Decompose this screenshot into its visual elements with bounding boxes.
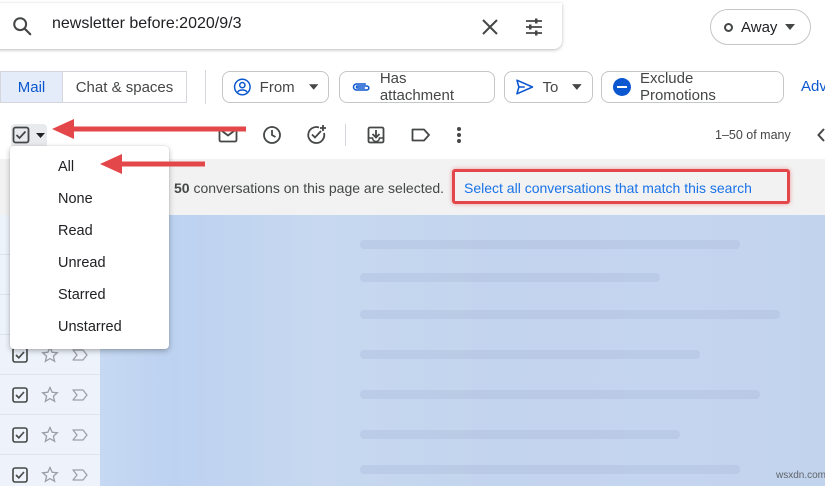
tab-mail-label: Mail — [17, 78, 46, 96]
tab-chat-spaces[interactable]: Chat & spaces — [62, 71, 187, 103]
more-options-icon[interactable] — [447, 123, 471, 147]
status-label: Away — [741, 18, 778, 36]
chevron-down-icon — [572, 84, 582, 90]
paperclip-icon — [352, 83, 370, 91]
tab-mail[interactable]: Mail — [0, 71, 62, 103]
minus-circle-icon — [612, 78, 631, 96]
star-icon[interactable] — [41, 466, 59, 484]
divider — [205, 70, 206, 104]
search-icon[interactable] — [10, 14, 34, 38]
message-list-blurred — [100, 215, 825, 486]
to-filter-chip[interactable]: To — [504, 71, 593, 103]
exclude-promotions-chip[interactable]: Exclude Promotions — [601, 70, 784, 104]
star-icon[interactable] — [41, 386, 59, 404]
person-icon — [233, 78, 251, 96]
select-dropdown-menu: All None Read Unread Starred Unstarred — [10, 146, 169, 349]
to-label: To — [542, 78, 559, 96]
selection-message-text: conversations on this page are selected. — [193, 180, 445, 196]
from-filter-chip[interactable]: From — [222, 71, 329, 103]
advanced-search-link[interactable]: Adv — [801, 78, 825, 95]
clear-search-icon[interactable] — [478, 15, 502, 39]
importance-marker-icon[interactable] — [72, 349, 88, 361]
annotation-arrow-all — [100, 154, 205, 174]
importance-marker-icon[interactable] — [72, 469, 88, 481]
search-options-icon[interactable] — [522, 15, 546, 39]
menu-item-none[interactable]: None — [58, 191, 93, 207]
importance-marker-icon[interactable] — [72, 389, 88, 401]
chevron-left-icon[interactable] — [817, 128, 825, 142]
star-icon[interactable] — [41, 426, 59, 444]
send-icon — [516, 79, 534, 95]
selection-count: 50 — [174, 180, 190, 196]
attachment-label: Has attachment — [379, 70, 455, 104]
label-icon[interactable] — [409, 123, 433, 147]
selection-message: 50 conversations on this page are select… — [174, 180, 444, 196]
pagination-text: 1–50 of many — [715, 128, 791, 142]
status-icon — [724, 22, 733, 32]
row-checkbox-icon[interactable] — [12, 467, 28, 483]
add-to-tasks-icon[interactable] — [305, 123, 329, 147]
row-checkbox-icon[interactable] — [12, 347, 28, 363]
tab-chat-label: Chat & spaces — [75, 78, 174, 96]
search-input[interactable]: newsletter before:2020/9/3 — [52, 15, 241, 33]
annotation-arrow-select — [52, 119, 246, 139]
row-divider — [0, 454, 100, 455]
menu-item-starred[interactable]: Starred — [58, 287, 106, 303]
select-dropdown-icon[interactable] — [28, 123, 52, 147]
chevron-down-icon — [785, 24, 796, 30]
menu-item-unstarred[interactable]: Unstarred — [58, 319, 122, 335]
menu-item-read[interactable]: Read — [58, 223, 93, 239]
exclude-label: Exclude Promotions — [639, 70, 716, 104]
annotation-highlight-box — [452, 169, 790, 204]
move-to-icon[interactable] — [364, 123, 388, 147]
chevron-down-icon — [308, 84, 318, 90]
row-checkbox-icon[interactable] — [12, 427, 28, 443]
toolbar-divider — [345, 124, 346, 146]
row-checkbox-icon[interactable] — [12, 387, 28, 403]
from-label: From — [259, 78, 295, 96]
row-divider — [0, 414, 100, 415]
menu-item-all[interactable]: All — [58, 159, 74, 175]
status-button[interactable]: Away — [710, 9, 811, 45]
menu-item-unread[interactable]: Unread — [58, 255, 106, 271]
watermark-text: wsxdn.com — [776, 470, 825, 481]
importance-marker-icon[interactable] — [72, 429, 88, 441]
snooze-icon[interactable] — [260, 123, 284, 147]
has-attachment-chip[interactable]: Has attachment — [339, 70, 495, 104]
row-divider — [0, 374, 100, 375]
